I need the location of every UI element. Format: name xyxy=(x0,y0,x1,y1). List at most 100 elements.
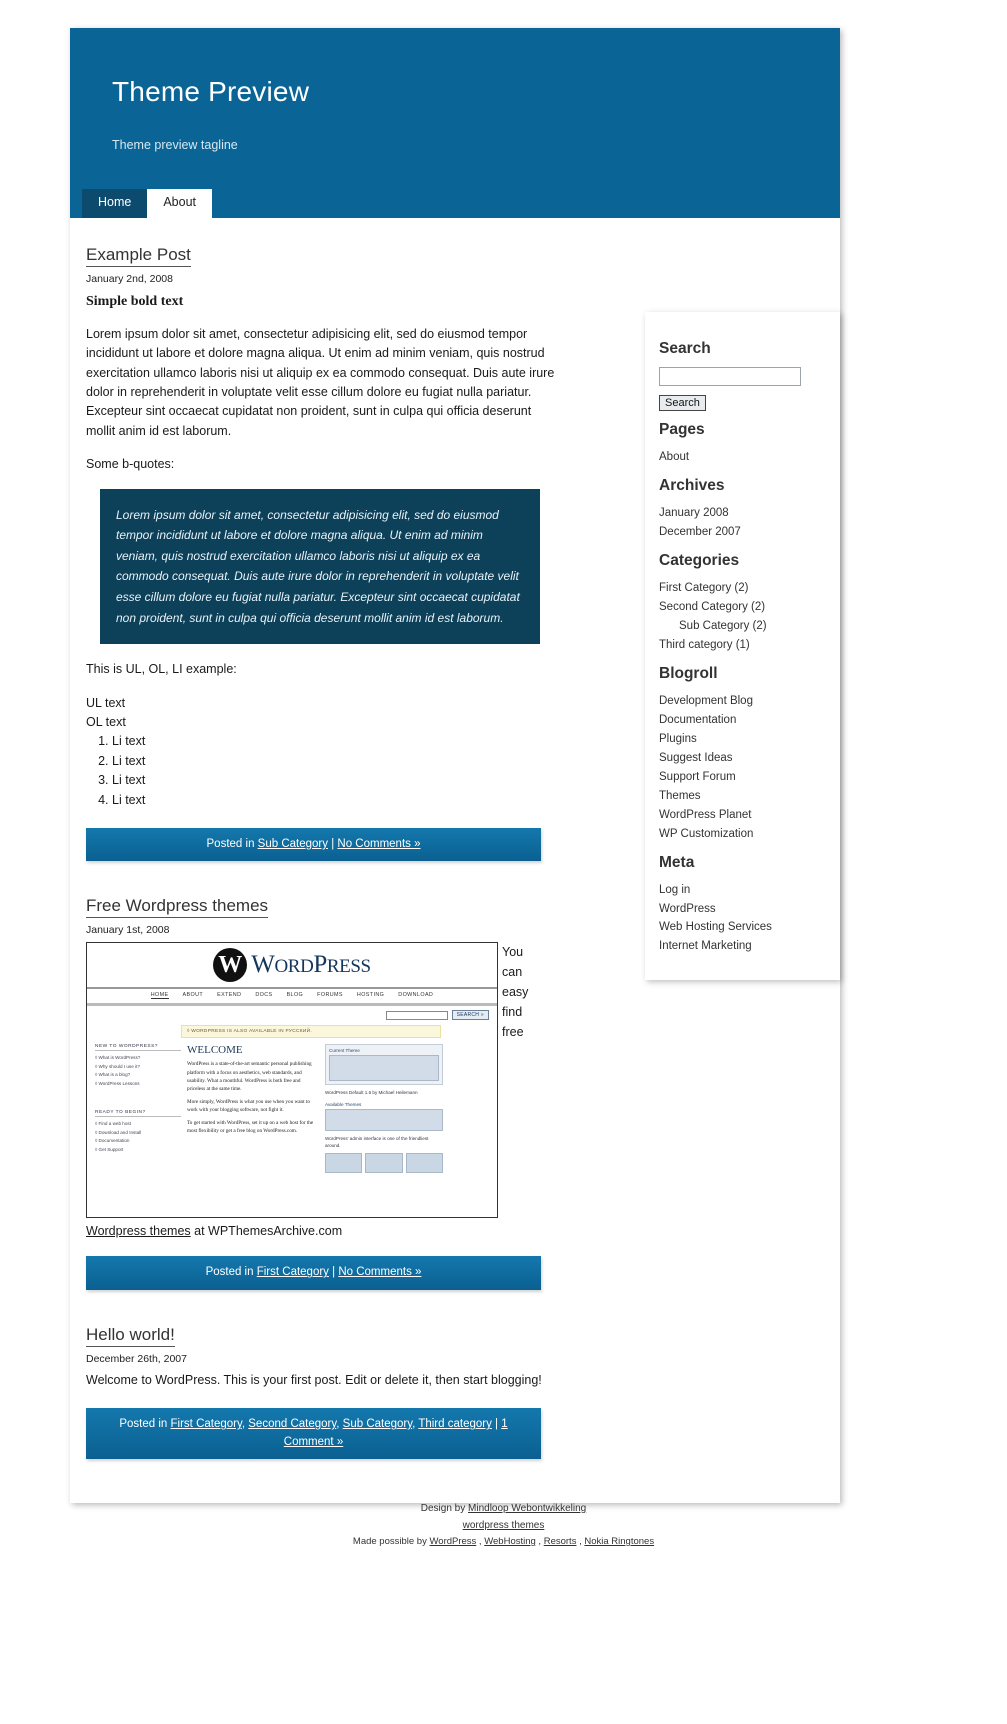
widget-list: January 2008 December 2007 xyxy=(659,504,826,542)
widget-link[interactable]: Suggest Ideas xyxy=(659,752,733,764)
widget-link[interactable]: Log in xyxy=(659,884,690,896)
post-title-link[interactable]: Hello world! xyxy=(86,1324,175,1347)
wp-shot-available-title: Available Themes xyxy=(325,1101,362,1107)
widget-archives: Archives January 2008 December 2007 xyxy=(659,477,826,542)
content-column: Example Post January 2nd, 2008 Simple bo… xyxy=(70,218,560,1459)
widget-link[interactable]: Documentation xyxy=(659,714,736,726)
meta-separator: | xyxy=(491,1418,502,1431)
widget-link[interactable]: WP Customization xyxy=(659,828,753,840)
list-item: OL text xyxy=(86,715,126,730)
nav-tab-about[interactable]: About xyxy=(147,189,213,218)
post-comments-link[interactable]: No Comments » xyxy=(338,1266,421,1278)
wp-shot-current-theme: Current Theme xyxy=(325,1044,443,1086)
widget-link[interactable]: Sub Category (2) xyxy=(679,620,767,632)
widget-link[interactable]: December 2007 xyxy=(659,526,741,538)
posted-in-label: Posted in xyxy=(206,837,258,850)
wp-shot-nav-item: EXTEND xyxy=(217,992,242,999)
post-title-link[interactable]: Example Post xyxy=(86,244,191,268)
footer-line-1: Design by Mindloop Webontwikkeling xyxy=(0,1500,1007,1517)
screenshot-row: W WORDPRESS HOME ABOUT EXTEND DOCS BLOG FORUM… xyxy=(86,942,560,1219)
posted-in-label: Posted in xyxy=(205,1266,257,1279)
widget-list: Log in WordPress Web Hosting Services Inter… xyxy=(659,881,826,957)
list-item: Li text xyxy=(112,791,560,810)
widget-list: First Category (2) Second Category (2) Sub… xyxy=(659,579,826,655)
wp-shot-nav-item: DOCS xyxy=(255,992,273,999)
post-category-link[interactable]: Sub Category xyxy=(343,1418,412,1430)
footer-themes-link[interactable]: wordpress themes xyxy=(463,1520,545,1531)
footer-credit-link[interactable]: Nokia Ringtones xyxy=(584,1536,654,1547)
wp-shot-search-input[interactable] xyxy=(385,1010,448,1020)
widget-title: Archives xyxy=(659,476,725,494)
blockquote: Lorem ipsum dolor sit amet, consectetur … xyxy=(100,488,540,645)
widget-link[interactable]: About xyxy=(659,451,689,463)
wm-a: W xyxy=(251,951,275,979)
widget-link[interactable]: January 2008 xyxy=(659,507,729,519)
wp-shot-nav-item: FORUMS xyxy=(317,992,343,999)
post-date: December 26th, 2007 xyxy=(86,1352,187,1365)
widget-pages: Pages About xyxy=(659,421,826,467)
widget-link[interactable]: Themes xyxy=(659,790,701,802)
wp-shot-col-right: Current Theme WordPress Default 1.6 by M… xyxy=(325,1044,443,1174)
wordpress-logo-icon: W xyxy=(213,948,248,983)
posted-in-label: Posted in xyxy=(119,1418,171,1431)
post-example-post: Example Post January 2nd, 2008 Simple bo… xyxy=(86,244,560,862)
wp-shot-search-button[interactable]: SEARCH » xyxy=(451,1010,489,1021)
search-input[interactable] xyxy=(659,367,801,386)
wp-shot-col-mid: WELCOME WordPress is a state-of-the-art … xyxy=(187,1044,319,1173)
widget-link[interactable]: Internet Marketing xyxy=(659,940,752,952)
post-category-link[interactable]: First Category xyxy=(171,1418,242,1430)
page-wrapper: Theme Preview Theme preview tagline Home… xyxy=(70,28,840,1503)
post-category-link[interactable]: First Category xyxy=(257,1266,329,1278)
footer-separator: , xyxy=(535,1536,544,1547)
post-category-link[interactable]: Sub Category xyxy=(258,838,328,850)
post-meta-bar: Posted in Sub Category | No Comments » xyxy=(86,827,541,862)
footer-designer-link[interactable]: Mindloop Webontwikkeling xyxy=(468,1503,586,1514)
widget-list-item: WordPress xyxy=(659,900,826,919)
widget-link[interactable]: Plugins xyxy=(659,733,697,745)
widget-link[interactable]: WordPress Planet xyxy=(659,809,751,821)
widget-list-item: January 2008 xyxy=(659,504,826,523)
footer-credit-link[interactable]: WordPress xyxy=(429,1536,476,1547)
wp-shot-links-new: ◊ What is WordPress? ◊ Why should I use i… xyxy=(95,1054,181,1088)
wp-shot-link: ◊ Documentation xyxy=(95,1138,130,1144)
post-title-link[interactable]: Free Wordpress themes xyxy=(86,895,269,919)
widget-list-item: First Category (2) xyxy=(659,579,826,598)
post-date: January 2nd, 2008 xyxy=(86,273,173,286)
wp-shot-p3: To get started with WordPress, set it up… xyxy=(187,1119,314,1134)
wp-shot-available-thumb xyxy=(325,1108,443,1131)
search-button[interactable]: Search xyxy=(659,395,706,411)
wp-shot-admin-caption: WordPress' admin interface is one of the… xyxy=(325,1135,429,1149)
list-item: Li text xyxy=(112,752,560,771)
wp-shot-mini-thumbs xyxy=(325,1153,443,1174)
wp-shot-theme-thumb xyxy=(329,1055,439,1082)
widget-link[interactable]: First Category (2) xyxy=(659,582,748,594)
widget-link[interactable]: Third category (1) xyxy=(659,639,750,651)
widget-link[interactable]: Support Forum xyxy=(659,771,736,783)
widget-list-item: About xyxy=(659,448,826,467)
post-category-link[interactable]: Second Category xyxy=(248,1418,336,1430)
footer-credit-link[interactable]: WebHosting xyxy=(484,1536,536,1547)
wp-shot-theme-caption: WordPress Default 1.6 by Michael Heilema… xyxy=(325,1090,418,1096)
post-date: January 1st, 2008 xyxy=(86,924,170,937)
wp-shot-head-ready: READY TO BEGIN? xyxy=(95,1110,181,1118)
post-paragraph: Lorem ipsum dolor sit amet, consectetur … xyxy=(86,326,555,438)
wordpress-screenshot-image[interactable]: W WORDPRESS HOME ABOUT EXTEND DOCS BLOG FORUM… xyxy=(86,942,498,1219)
widget-list-item: Development Blog xyxy=(659,692,826,711)
widget-link[interactable]: WordPress xyxy=(659,903,716,915)
list-item: UL text xyxy=(86,695,126,710)
footer-credit-link[interactable]: Resorts xyxy=(544,1536,577,1547)
nav-tab-home[interactable]: Home xyxy=(82,189,148,218)
wp-shot-columns: NEW TO WORDPRESS? ◊ What is WordPress? ◊ … xyxy=(87,1042,497,1174)
unordered-list: UL text OL text xyxy=(86,694,560,733)
post-comments-link[interactable]: No Comments » xyxy=(337,838,420,850)
widget-link[interactable]: Web Hosting Services xyxy=(659,921,772,933)
widget-link[interactable]: Second Category (2) xyxy=(659,601,765,613)
image-side-text: You can easy find free xyxy=(502,945,529,1040)
image-caption-link[interactable]: Wordpress themes xyxy=(86,1224,191,1238)
post-category-link[interactable]: Third category xyxy=(418,1418,492,1430)
site-tagline: Theme preview tagline xyxy=(112,138,238,152)
widget-search: Search Search xyxy=(659,340,826,411)
wp-shot-link: ◊ Find a web host xyxy=(95,1121,131,1127)
widget-link[interactable]: Development Blog xyxy=(659,695,753,707)
wm-d: RESS xyxy=(326,956,371,978)
